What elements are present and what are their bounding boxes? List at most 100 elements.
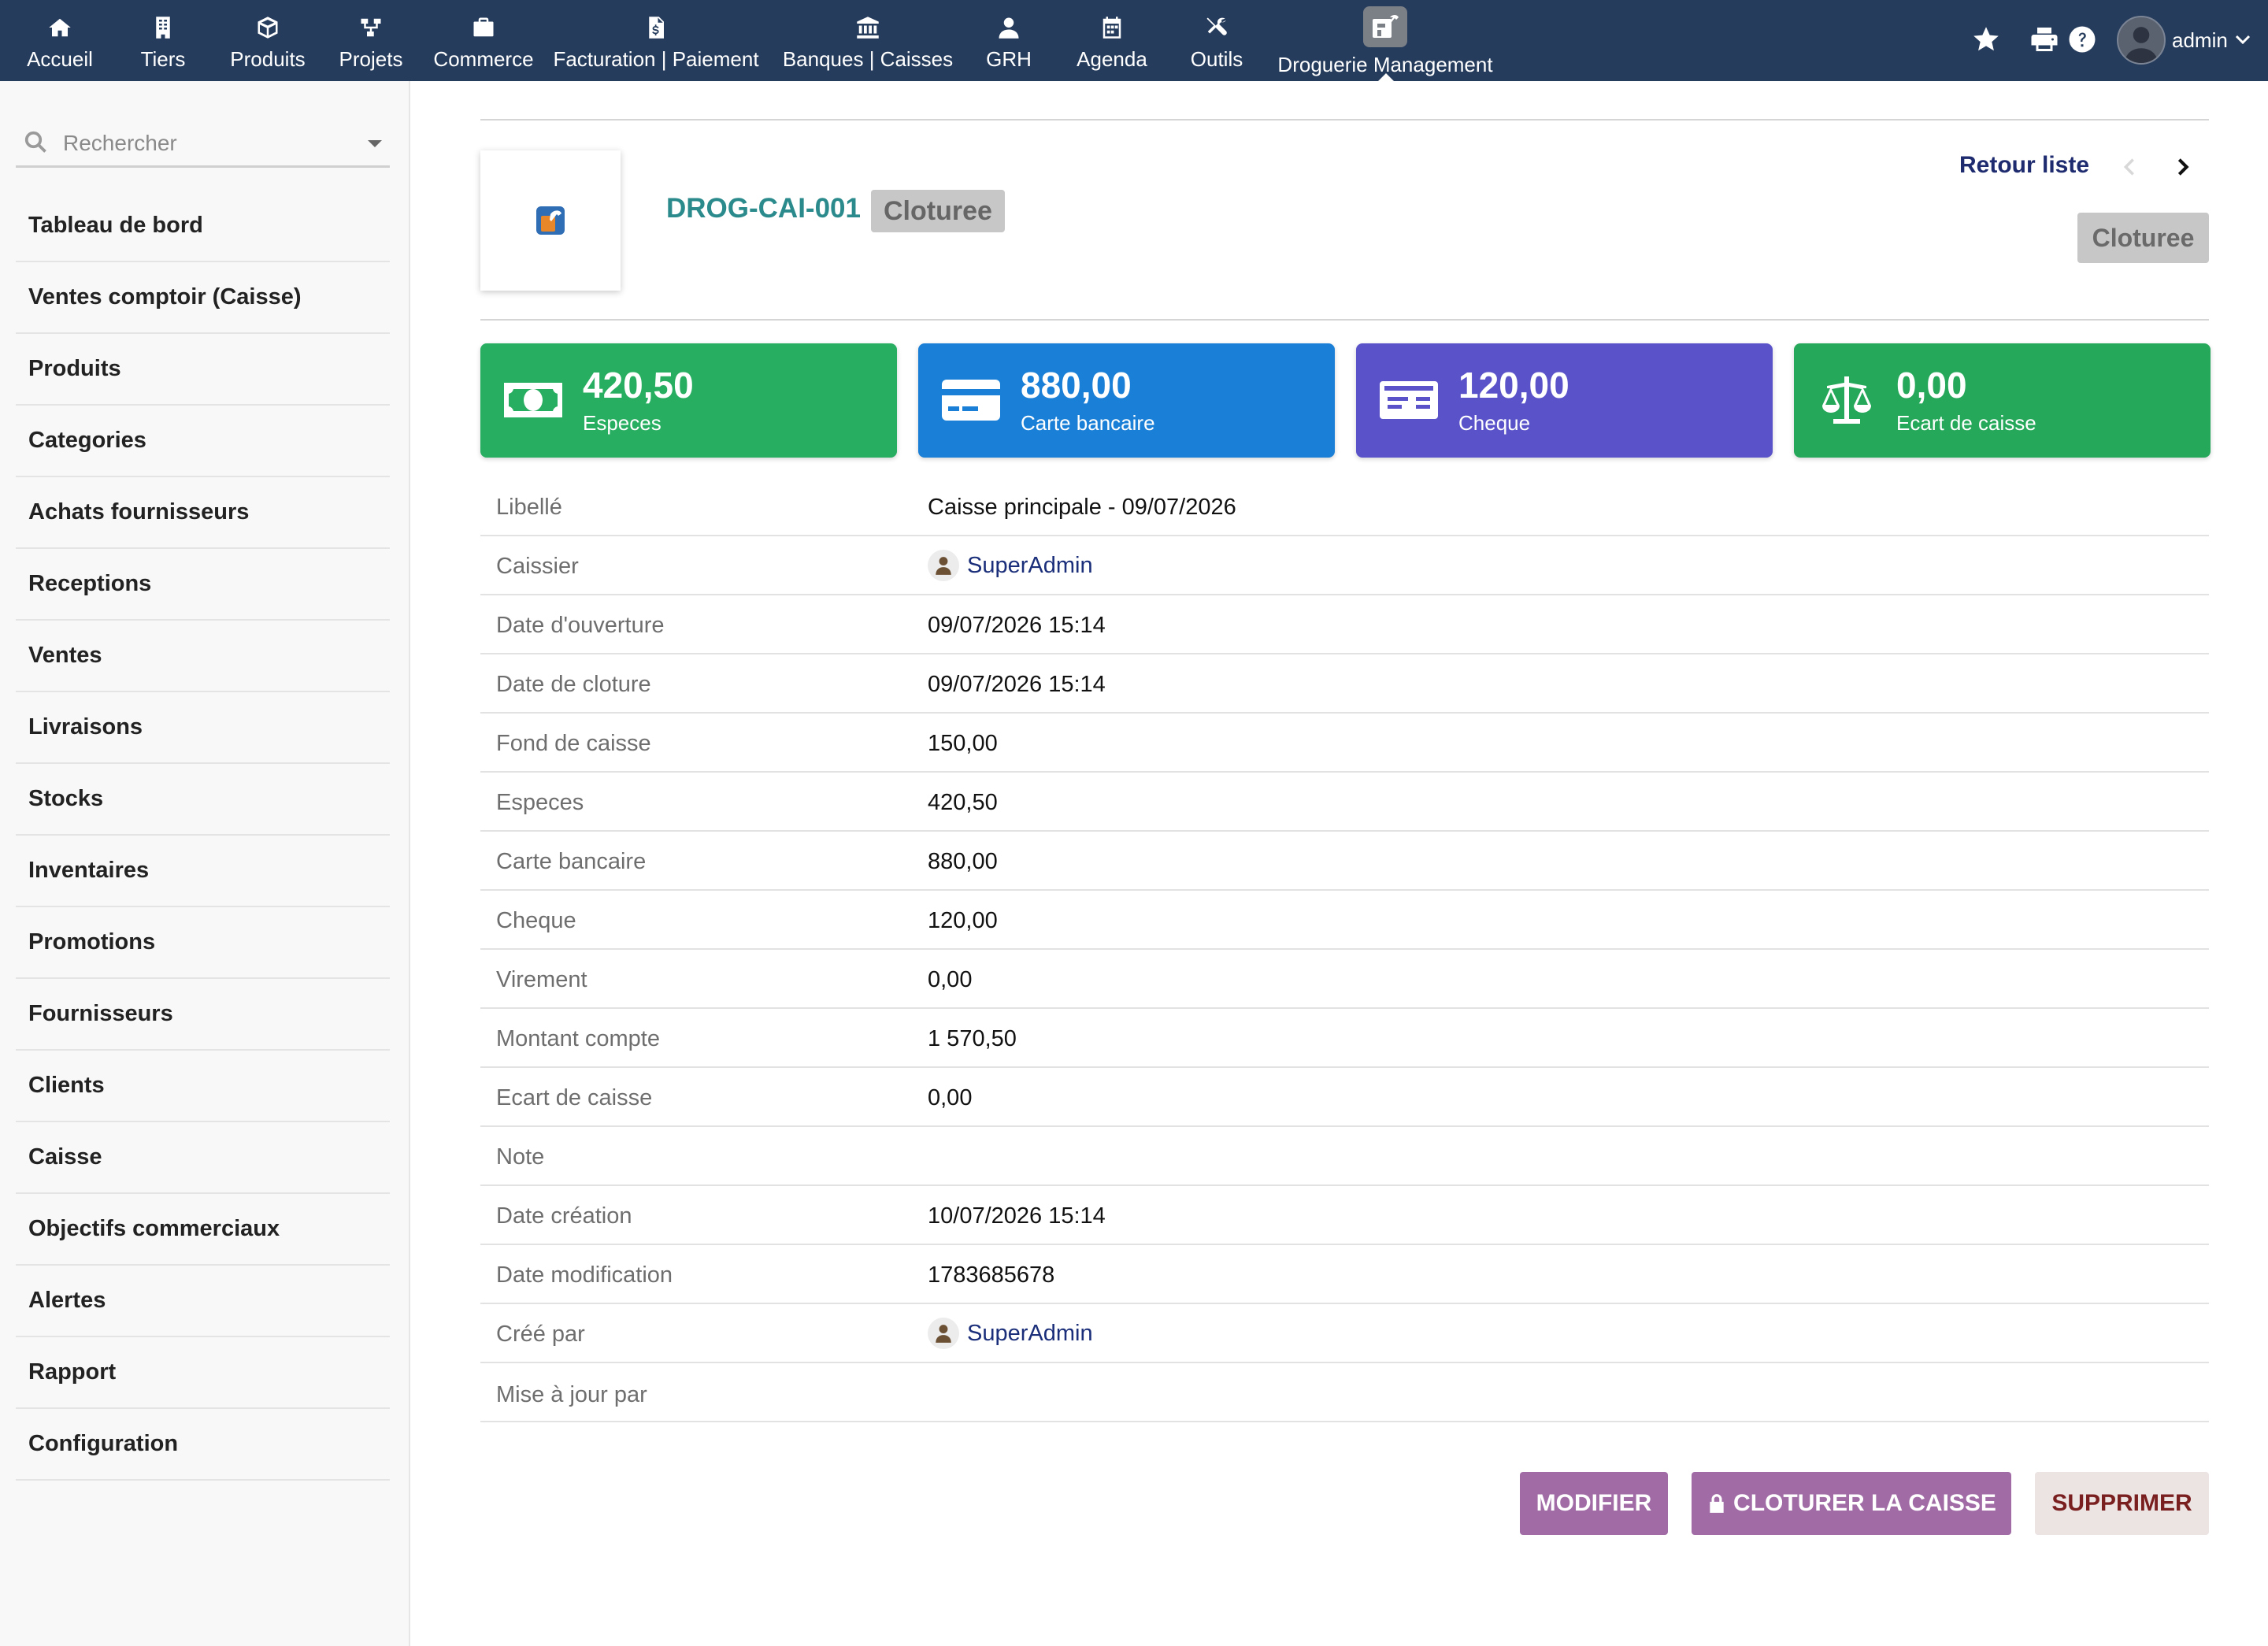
stat-label: Carte bancaire: [1021, 411, 1155, 435]
search-placeholder: Rechercher: [63, 131, 177, 155]
user-link[interactable]: SuperAdmin: [967, 1321, 1093, 1347]
credit-card-icon: [940, 375, 1002, 425]
detail-value[interactable]: SuperAdmin: [928, 550, 1093, 581]
nav-label: Produits: [230, 47, 306, 71]
detail-label: Date modification: [496, 1262, 673, 1288]
chevron-down-icon[interactable]: [2233, 30, 2252, 49]
detail-label: Fond de caisse: [496, 731, 651, 756]
home-icon: [48, 16, 72, 39]
sidebar-item-rapport[interactable]: Rapport: [16, 1337, 390, 1409]
detail-row-virement: Virement 0,00: [480, 950, 2209, 1009]
stat-card-ecart: 0,00 Ecart de caisse: [1794, 343, 2211, 458]
nav-projets[interactable]: Projets: [337, 0, 405, 81]
nav-commerce[interactable]: Commerce: [433, 0, 534, 81]
nav-droguerie[interactable]: Droguerie Management: [1277, 0, 1493, 81]
detail-row-cheque: Cheque 120,00: [480, 891, 2209, 950]
nav-label: Tiers: [140, 47, 186, 71]
sidebar-item-alertes[interactable]: Alertes: [16, 1266, 390, 1337]
detail-value: 150,00: [928, 731, 998, 756]
sidebar-item-ventes-comptoir[interactable]: Ventes comptoir (Caisse): [16, 262, 390, 334]
detail-row-ecart-caisse: Ecart de caisse 0,00: [480, 1068, 2209, 1127]
sidebar-item-inventaires[interactable]: Inventaires: [16, 836, 390, 907]
stat-label: Especes: [583, 411, 662, 435]
detail-value: 880,00: [928, 849, 998, 874]
modify-button[interactable]: MODIFIER: [1520, 1472, 1668, 1535]
cube-icon: [256, 16, 280, 39]
detail-row-caissier: Caissier SuperAdmin: [480, 536, 2209, 595]
nav-accueil[interactable]: Accueil: [22, 0, 98, 81]
building-icon: [151, 16, 175, 39]
sidebar-item-clients[interactable]: Clients: [16, 1051, 390, 1122]
top-navbar: Accueil Tiers Produits Projets Commerce …: [0, 0, 2268, 82]
user-name[interactable]: admin: [2172, 28, 2228, 53]
detail-value: 0,00: [928, 1085, 973, 1110]
sidebar-item-ventes[interactable]: Ventes: [16, 621, 390, 692]
search-input[interactable]: Rechercher: [16, 120, 390, 168]
stat-value: 420,50: [583, 365, 694, 406]
sidebar-item-livraisons[interactable]: Livraisons: [16, 692, 390, 764]
stat-card-cheque: 120,00 Cheque: [1356, 343, 1773, 458]
help-icon[interactable]: [2068, 25, 2096, 54]
back-to-list-link[interactable]: Retour liste: [1959, 152, 2089, 179]
sidebar-item-stocks[interactable]: Stocks: [16, 764, 390, 836]
sidebar-item-achats-fournisseurs[interactable]: Achats fournisseurs: [16, 477, 390, 549]
chevron-right-icon[interactable]: [2172, 154, 2194, 180]
nav-label: Projets: [339, 47, 403, 71]
detail-label: Caissier: [496, 554, 579, 579]
dropdown-caret-icon[interactable]: [368, 140, 382, 147]
detail-label: Especes: [496, 790, 584, 815]
detail-label: Ecart de caisse: [496, 1085, 653, 1110]
sidebar-item-promotions[interactable]: Promotions: [16, 907, 390, 979]
sidebar-item-tableau-de-bord[interactable]: Tableau de bord: [16, 191, 390, 262]
sidebar-item-configuration[interactable]: Configuration: [16, 1409, 390, 1481]
nav-label: Banques | Caisses: [782, 47, 954, 71]
status-badge: Cloturee: [871, 190, 1005, 232]
user-avatar[interactable]: [2117, 16, 2166, 65]
detail-label: Carte bancaire: [496, 849, 647, 874]
droguerie-module-icon: [1363, 6, 1407, 47]
nav-tiers[interactable]: Tiers: [135, 0, 191, 81]
detail-label: Note: [496, 1144, 545, 1170]
sidebar-item-receptions[interactable]: Receptions: [16, 549, 390, 621]
sidebar-item-objectifs-commerciaux[interactable]: Objectifs commerciaux: [16, 1194, 390, 1266]
stat-value: 0,00: [1896, 365, 1967, 406]
nav-label: GRH: [986, 47, 1032, 71]
detail-value: 09/07/2026 15:14: [928, 613, 1106, 638]
nav-produits[interactable]: Produits: [227, 0, 309, 81]
detail-value[interactable]: SuperAdmin: [928, 1318, 1093, 1349]
balance-scale-icon: [1816, 375, 1877, 425]
invoice-icon: [644, 16, 668, 39]
nav-banques[interactable]: Banques | Caisses: [775, 0, 961, 81]
bookmark-star-icon[interactable]: [1972, 25, 2000, 54]
nav-outils[interactable]: Outils: [1189, 0, 1244, 81]
detail-row-date-cloture: Date de cloture 09/07/2026 15:14: [480, 654, 2209, 714]
user-link[interactable]: SuperAdmin: [967, 553, 1093, 579]
delete-button[interactable]: SUPPRIMER: [2035, 1472, 2209, 1535]
detail-value: 120,00: [928, 908, 998, 933]
detail-row-montant-compte: Montant compte 1 570,50: [480, 1009, 2209, 1068]
sidebar-item-produits[interactable]: Produits: [16, 334, 390, 406]
stat-card-carte-bancaire: 880,00 Carte bancaire: [918, 343, 1335, 458]
record-logo: [480, 150, 621, 291]
detail-label: Virement: [496, 967, 587, 992]
sidebar-item-caisse[interactable]: Caisse: [16, 1122, 390, 1194]
sidebar-item-fournisseurs[interactable]: Fournisseurs: [16, 979, 390, 1051]
nav-agenda[interactable]: Agenda: [1076, 0, 1148, 81]
nav-grh[interactable]: GRH: [984, 0, 1033, 81]
detail-value: Caisse principale - 09/07/2026: [928, 495, 1236, 520]
detail-label: Date création: [496, 1203, 632, 1229]
detail-value: 420,50: [928, 790, 998, 815]
print-icon[interactable]: [2030, 25, 2059, 54]
stat-card-especes: 420,50 Especes: [480, 343, 897, 458]
close-cashbox-label: CLOTURER LA CAISSE: [1733, 1490, 1996, 1516]
nav-facturation[interactable]: Facturation | Paiement: [551, 0, 761, 81]
detail-row-date-creation: Date création 10/07/2026 15:14: [480, 1186, 2209, 1245]
detail-value: 1783685678: [928, 1262, 1055, 1288]
cheque-icon: [1378, 375, 1440, 425]
sidebar-item-categories[interactable]: Categories: [16, 406, 390, 477]
detail-row-note: Note: [480, 1127, 2209, 1186]
close-cashbox-button[interactable]: CLOTURER LA CAISSE: [1692, 1472, 2011, 1535]
lock-icon: [1707, 1492, 1727, 1514]
chevron-left-icon[interactable]: [2118, 154, 2140, 180]
detail-label: Créé par: [496, 1322, 585, 1347]
